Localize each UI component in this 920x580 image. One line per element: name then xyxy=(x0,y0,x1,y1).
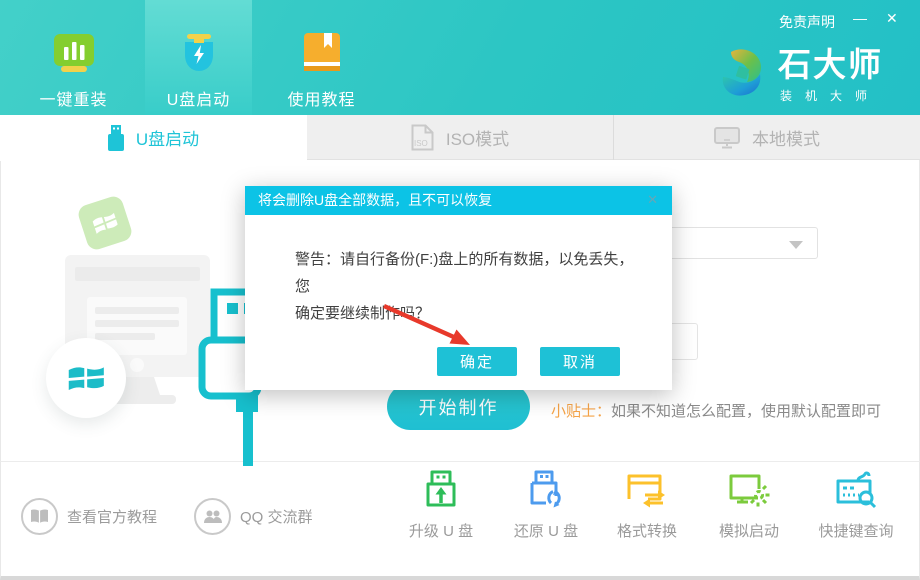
mode-tab-bar: U盘启动 ISO ISO模式 本地模式 xyxy=(0,115,920,160)
app-header: 一键重装 U盘启动 使用教程 免责声明 — ✕ xyxy=(0,0,920,115)
tool-label: 格式转换 xyxy=(617,520,677,541)
format-convert-icon xyxy=(625,469,669,513)
tool-label: 还原 U 盘 xyxy=(514,520,578,541)
tab-label: U盘启动 xyxy=(167,86,231,110)
usb-upgrade-icon xyxy=(419,469,463,513)
cancel-button[interactable]: 取消 xyxy=(540,347,620,376)
footer-link-label: 查看官方教程 xyxy=(67,506,157,527)
hotkey-search-icon xyxy=(834,469,878,513)
qq-group-link[interactable]: QQ 交流群 xyxy=(194,498,313,535)
shield-bolt-icon xyxy=(175,29,223,77)
tool-restore-usb[interactable]: 还原 U 盘 xyxy=(491,469,601,541)
tab-usb-boot[interactable]: U盘启动 xyxy=(145,0,252,115)
footer-link-label: QQ 交流群 xyxy=(240,506,313,527)
mode-tab-label: 本地模式 xyxy=(752,125,820,150)
monitor-icon xyxy=(714,127,740,149)
tab-tutorial[interactable]: 使用教程 xyxy=(268,0,375,115)
minimize-button[interactable]: — xyxy=(853,10,867,26)
usb-restore-icon xyxy=(524,469,568,513)
tool-label: 快捷键查询 xyxy=(818,520,893,541)
chart-icon xyxy=(50,29,98,77)
disclaimer-link[interactable]: 免责声明 xyxy=(779,12,835,32)
people-circle-icon xyxy=(194,498,231,535)
mode-tab-label: ISO模式 xyxy=(446,125,509,150)
mode-tab-iso[interactable]: ISO ISO模式 xyxy=(307,115,613,160)
footer-bar: 查看官方教程 QQ 交流群 xyxy=(0,461,920,580)
dialog-message: 警告：请自行备份(F:)盘上的所有数据，以免丢失，您 确定要继续制作吗？ xyxy=(295,246,640,327)
brand-logo xyxy=(716,47,768,99)
book-icon xyxy=(298,29,346,77)
dialog-close-icon[interactable]: ✕ xyxy=(647,192,658,208)
windows-flag-icon xyxy=(63,355,109,401)
windows-flag-icon xyxy=(86,204,124,242)
dialog-message-line: 警告：请自行备份(F:)盘上的所有数据，以免丢失，您 xyxy=(295,246,640,300)
tab-label: 使用教程 xyxy=(287,86,355,110)
start-make-button[interactable]: 开始制作 xyxy=(387,383,530,430)
tool-label: 模拟启动 xyxy=(719,520,779,541)
confirm-button[interactable]: 确定 xyxy=(437,347,517,376)
tool-upgrade-usb[interactable]: 升级 U 盘 xyxy=(386,469,496,541)
brand-subtitle: 装机大师 xyxy=(780,87,883,104)
book-circle-icon xyxy=(21,498,58,535)
tool-label: 升级 U 盘 xyxy=(409,520,473,541)
tip-row: 小贴士：如果不知道怎么配置，使用默认配置即可 xyxy=(551,400,881,421)
dialog-titlebar: 将会删除U盘全部数据，且不可以恢复 xyxy=(245,186,672,215)
simulate-boot-icon xyxy=(727,469,771,513)
mode-tab-label: U盘启动 xyxy=(136,125,199,150)
svg-text:ISO: ISO xyxy=(414,139,428,148)
warning-dialog: 将会删除U盘全部数据，且不可以恢复 ✕ 警告：请自行备份(F:)盘上的所有数据，… xyxy=(245,186,672,390)
brand-name: 石大师 xyxy=(778,47,883,83)
tool-hotkey-query[interactable]: 快捷键查询 xyxy=(801,469,911,541)
brand: 石大师 装机大师 xyxy=(716,47,883,104)
usb-stick-icon xyxy=(108,125,124,151)
tool-simulate-boot[interactable]: 模拟启动 xyxy=(694,469,804,541)
official-tutorial-link[interactable]: 查看官方教程 xyxy=(21,498,157,535)
dialog-message-line: 确定要继续制作吗？ xyxy=(295,300,640,327)
mode-tab-local[interactable]: 本地模式 xyxy=(613,115,920,160)
close-button[interactable]: ✕ xyxy=(886,10,898,27)
app-window: 开始制作 小贴士：如果不知道怎么配置，使用默认配置即可 一键重装 U盘启动 xyxy=(0,0,920,580)
tool-format-convert[interactable]: 格式转换 xyxy=(592,469,702,541)
tab-label: 一键重装 xyxy=(39,86,107,110)
windows-logo-circle xyxy=(46,338,126,418)
tab-one-key-reinstall[interactable]: 一键重装 xyxy=(20,0,127,115)
mode-tab-usb-boot[interactable]: U盘启动 xyxy=(0,115,307,161)
iso-file-icon: ISO xyxy=(411,124,434,151)
tip-label: 小贴士： xyxy=(551,403,611,420)
tip-text: 如果不知道怎么配置，使用默认配置即可 xyxy=(611,403,881,420)
chevron-down-icon xyxy=(789,241,803,249)
